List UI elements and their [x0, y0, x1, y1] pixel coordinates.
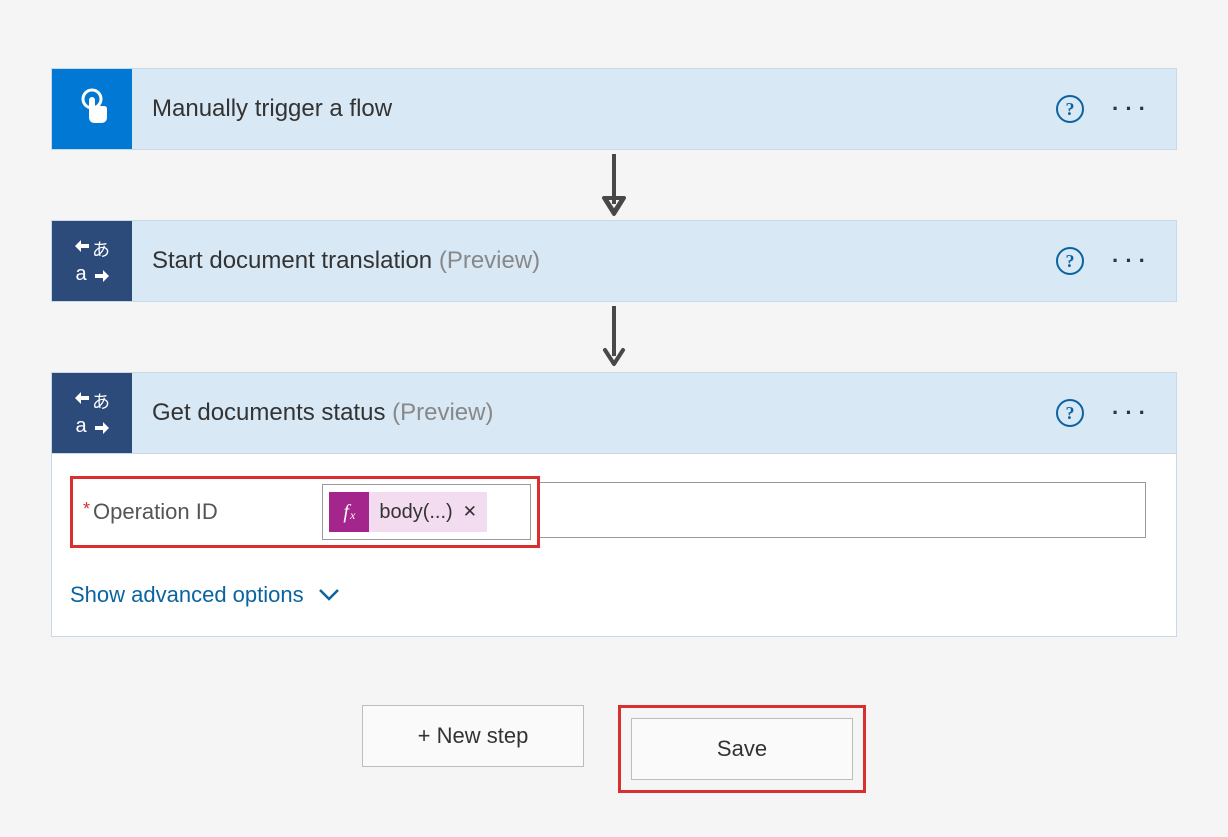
svg-text:あ: あ	[92, 240, 110, 260]
preview-label: (Preview)	[432, 247, 540, 274]
save-button[interactable]: Save	[631, 718, 853, 780]
svg-text:a: a	[75, 263, 87, 285]
translate-icon-box: あ a	[52, 221, 132, 301]
trigger-card[interactable]: Manually trigger a flow ? ···	[51, 68, 1177, 150]
trigger-header: Manually trigger a flow ? ···	[52, 69, 1176, 149]
svg-text:a: a	[75, 415, 87, 437]
fx-icon: fx	[329, 492, 369, 532]
operation-id-field-ext[interactable]	[540, 482, 1146, 538]
status-body: *Operation ID fx body(...) ✕ Show advanc…	[52, 453, 1176, 636]
action-buttons: + New step Save	[362, 705, 866, 793]
connector-arrow	[599, 150, 629, 220]
help-icon[interactable]: ?	[1056, 95, 1084, 123]
more-icon[interactable]: ···	[1112, 96, 1176, 122]
remove-token-icon[interactable]: ✕	[463, 502, 477, 522]
help-icon[interactable]: ?	[1056, 399, 1084, 427]
more-icon[interactable]: ···	[1112, 400, 1176, 426]
translate-title-text: Start document translation	[152, 247, 432, 274]
more-icon[interactable]: ···	[1112, 248, 1176, 274]
show-advanced-link[interactable]: Show advanced options	[70, 582, 1158, 608]
translate-icon: あ a	[67, 388, 117, 438]
operation-id-input[interactable]: fx body(...) ✕	[322, 484, 531, 540]
status-icon-box: あ a	[52, 373, 132, 453]
trigger-title: Manually trigger a flow	[132, 95, 1056, 123]
status-card[interactable]: あ a Get documents status (Preview) ? ···…	[51, 372, 1177, 637]
connector-arrow	[599, 302, 629, 372]
translate-header: あ a Start document translation (Preview)…	[52, 221, 1176, 301]
translate-card[interactable]: あ a Start document translation (Preview)…	[51, 220, 1177, 302]
status-header: あ a Get documents status (Preview) ? ···	[52, 373, 1176, 453]
svg-text:あ: あ	[92, 392, 110, 412]
status-title: Get documents status (Preview)	[132, 399, 1056, 427]
touch-icon	[72, 87, 112, 131]
status-title-text: Get documents status	[152, 399, 385, 426]
new-step-button[interactable]: + New step	[362, 705, 584, 767]
operation-id-label: *Operation ID	[79, 499, 322, 525]
help-icon[interactable]: ?	[1056, 247, 1084, 275]
translate-title: Start document translation (Preview)	[132, 247, 1056, 275]
chevron-down-icon	[318, 588, 340, 602]
expression-token[interactable]: body(...) ✕	[369, 492, 487, 532]
preview-label: (Preview)	[385, 399, 493, 426]
flow-canvas: Manually trigger a flow ? ··· あ a Star	[0, 30, 1228, 793]
translate-icon: あ a	[67, 236, 117, 286]
save-highlight: Save	[618, 705, 866, 793]
operation-id-row: *Operation ID fx body(...) ✕	[70, 476, 540, 548]
trigger-icon	[52, 69, 132, 149]
